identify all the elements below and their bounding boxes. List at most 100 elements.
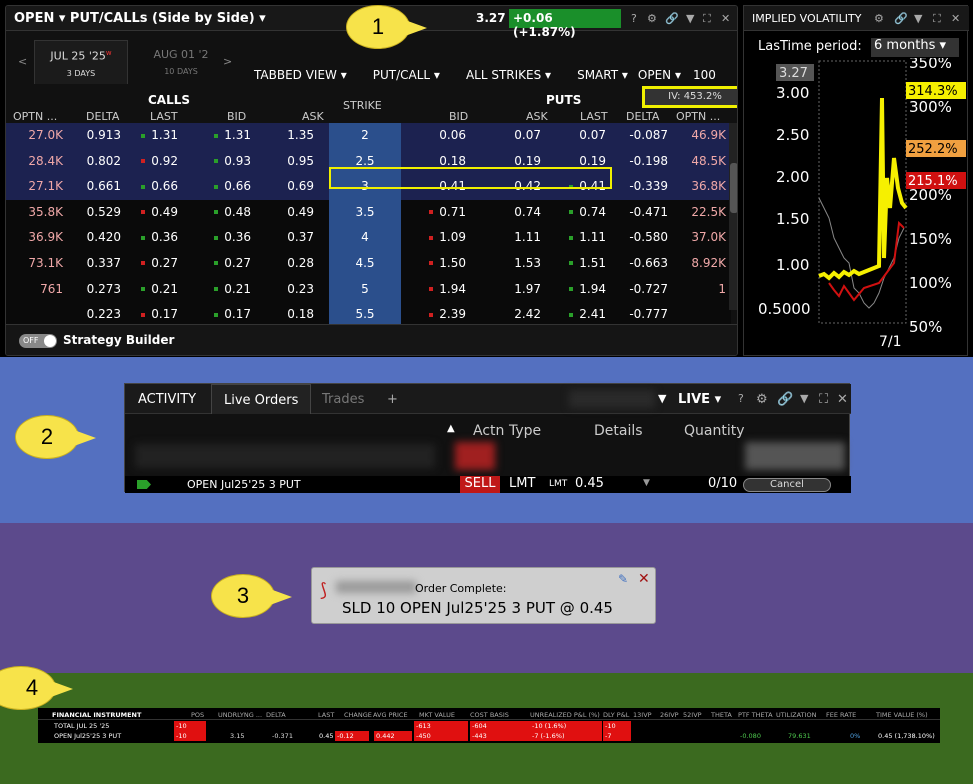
portfolio-row[interactable]: OPEN Jul25'25 3 PUT -10 3.15 -0.371 0.45 -0.1…: [38, 731, 940, 741]
portfolio-col-header[interactable]: FEE RATE: [826, 711, 856, 719]
help-icon[interactable]: ?: [631, 12, 637, 25]
maximize-icon[interactable]: ⛶: [819, 392, 828, 407]
col-put-ask[interactable]: ASK: [526, 110, 548, 123]
chain-row[interactable]: 35.8K 0.529 0.49 0.48 0.49 3.5 0.71 0.74 0.74 -0.…: [6, 199, 731, 226]
gear-icon[interactable]: ⚙: [647, 12, 657, 25]
tab-expiry-jul25[interactable]: JUL 25 '25w 3 DAYS: [34, 40, 128, 84]
link-icon[interactable]: 🔗: [665, 12, 679, 25]
help-icon[interactable]: ?: [738, 392, 744, 405]
quantity-field[interactable]: 100: [693, 68, 716, 82]
portfolio-col-header[interactable]: 13IVP: [633, 711, 652, 719]
portfolio-total-row[interactable]: TOTAL JUL 25 '25 -10 -613 -604 -10 (1.6%) -10: [38, 721, 940, 731]
chevron-down-icon[interactable]: ▼: [686, 12, 694, 25]
cell-pbid[interactable]: 2.39: [406, 307, 466, 321]
col-call-bid[interactable]: BID: [227, 110, 246, 123]
cell-bid[interactable]: 0.21: [196, 282, 251, 296]
period-select[interactable]: 6 months ▾: [871, 38, 959, 57]
cell-ask[interactable]: 0.49: [256, 205, 314, 219]
cell-pask[interactable]: 1.11: [486, 230, 541, 244]
cell-pask[interactable]: 2.42: [486, 307, 541, 321]
portfolio-col-header[interactable]: DELTA: [266, 711, 286, 719]
col-details[interactable]: Details: [594, 423, 643, 439]
cell-bid[interactable]: 0.93: [196, 154, 251, 168]
chain-row[interactable]: 73.1K 0.337 0.27 0.27 0.28 4.5 1.50 1.53 1.51 -0.…: [6, 250, 731, 277]
cell-ask[interactable]: 1.35: [256, 128, 314, 142]
cell-bid[interactable]: 0.48: [196, 205, 251, 219]
strike-cell[interactable]: 4.5: [329, 250, 401, 277]
portfolio-col-header[interactable]: THETA: [711, 711, 732, 719]
maximize-icon[interactable]: ⛶: [703, 12, 711, 26]
cell-pask[interactable]: 0.07: [486, 128, 541, 142]
cell-bid[interactable]: 0.66: [196, 179, 251, 193]
chain-row[interactable]: 761 0.273 0.21 0.21 0.23 5 1.94 1.97 1.94 -0.727 1: [6, 276, 731, 303]
tab-live-orders[interactable]: Live Orders: [211, 384, 312, 414]
cell-bid[interactable]: 0.36: [196, 230, 251, 244]
gear-icon[interactable]: ⚙: [756, 392, 768, 407]
portfolio-col-header[interactable]: LAST: [318, 711, 334, 719]
portfolio-col-header[interactable]: TIME VALUE (%): [876, 711, 928, 719]
strike-cell[interactable]: 4: [329, 225, 401, 251]
portfolio-col-header[interactable]: 52IVP: [683, 711, 702, 719]
account-dropdown-icon[interactable]: ▼: [658, 392, 666, 405]
col-type[interactable]: Type: [509, 423, 541, 439]
portfolio-col-header[interactable]: AVG PRICE: [373, 711, 408, 719]
strikes-select[interactable]: ALL STRIKES ▾: [466, 68, 551, 82]
symbol-select[interactable]: OPEN ▾: [638, 68, 681, 82]
cell-pask[interactable]: 0.19: [486, 154, 541, 168]
cell-pbid[interactable]: 0.71: [406, 205, 466, 219]
chain-row[interactable]: 27.0K 0.913 1.31 1.31 1.35 2 0.06 0.07 0.07 -0.08…: [6, 123, 731, 149]
col-put-oi[interactable]: OPTN ...: [676, 110, 720, 123]
putcall-select[interactable]: PUT/CALL ▾: [373, 68, 440, 82]
tab-activity[interactable]: ACTIVITY: [138, 392, 196, 407]
cell-ask[interactable]: 0.37: [256, 230, 314, 244]
cell-pbid[interactable]: 0.06: [406, 128, 466, 142]
chain-row[interactable]: 36.9K 0.420 0.36 0.36 0.37 4 1.09 1.11 1.11 -0.58…: [6, 225, 731, 251]
col-put-delta[interactable]: DELTA: [626, 110, 659, 123]
close-icon[interactable]: ✕: [721, 12, 730, 25]
cell-pask[interactable]: 1.97: [486, 282, 541, 296]
strike-cell[interactable]: 2: [329, 123, 401, 149]
col-call-ask[interactable]: ASK: [302, 110, 324, 123]
next-arrow-icon[interactable]: >: [223, 55, 232, 68]
gear-icon[interactable]: ⚙: [874, 12, 884, 25]
portfolio-col-header[interactable]: PTF THETA: [738, 711, 773, 719]
portfolio-col-header[interactable]: FINANCIAL INSTRUMENT: [52, 711, 141, 719]
chevron-down-icon[interactable]: ▼: [643, 478, 650, 488]
pin-icon[interactable]: ✎: [618, 572, 628, 586]
sort-up-icon[interactable]: ▲: [447, 423, 455, 434]
cell-ask[interactable]: 0.23: [256, 282, 314, 296]
strategy-toggle[interactable]: OFF: [19, 334, 57, 348]
order-price[interactable]: 0.45: [575, 476, 604, 491]
chain-title[interactable]: OPEN ▾ PUT/CALLs (Side by Side) ▾: [14, 11, 266, 26]
portfolio-col-header[interactable]: UNDRLYNG ...: [218, 711, 262, 719]
cell-ask[interactable]: 0.95: [256, 154, 314, 168]
link-icon[interactable]: 🔗: [894, 12, 908, 25]
portfolio-col-header[interactable]: POS: [191, 711, 204, 719]
col-put-last[interactable]: LAST: [580, 110, 608, 123]
close-icon[interactable]: ✕: [837, 392, 848, 407]
cell-bid[interactable]: 0.17: [196, 307, 251, 321]
add-tab-button[interactable]: +: [387, 392, 398, 407]
prev-arrow-icon[interactable]: <: [18, 55, 27, 68]
cell-pbid[interactable]: 1.09: [406, 230, 466, 244]
strike-cell[interactable]: 3.5: [329, 199, 401, 226]
cell-ask[interactable]: 0.69: [256, 179, 314, 193]
cell-pask[interactable]: 1.53: [486, 256, 541, 270]
col-quantity[interactable]: Quantity: [684, 423, 745, 439]
portfolio-col-header[interactable]: UNREALIZED P&L (%): [530, 711, 600, 719]
scrollbar-thumb[interactable]: [730, 163, 737, 213]
portfolio-col-header[interactable]: CHANGE: [344, 711, 372, 719]
close-icon[interactable]: ✕: [951, 12, 960, 25]
close-icon[interactable]: ✕: [638, 571, 650, 587]
col-call-oi[interactable]: OPTN ...: [13, 110, 57, 123]
col-call-delta[interactable]: DELTA: [86, 110, 119, 123]
live-mode-select[interactable]: LIVE ▾: [678, 392, 721, 407]
view-select[interactable]: TABBED VIEW ▾: [254, 68, 347, 82]
portfolio-col-header[interactable]: 26IVP: [660, 711, 679, 719]
col-put-bid[interactable]: BID: [449, 110, 468, 123]
cell-ask[interactable]: 0.18: [256, 307, 314, 321]
cell-pbid[interactable]: 1.94: [406, 282, 466, 296]
tab-expiry-aug01[interactable]: AUG 01 '2 10 DAYS: [134, 40, 228, 84]
maximize-icon[interactable]: ⛶: [933, 12, 941, 26]
link-icon[interactable]: 🔗: [777, 392, 793, 407]
